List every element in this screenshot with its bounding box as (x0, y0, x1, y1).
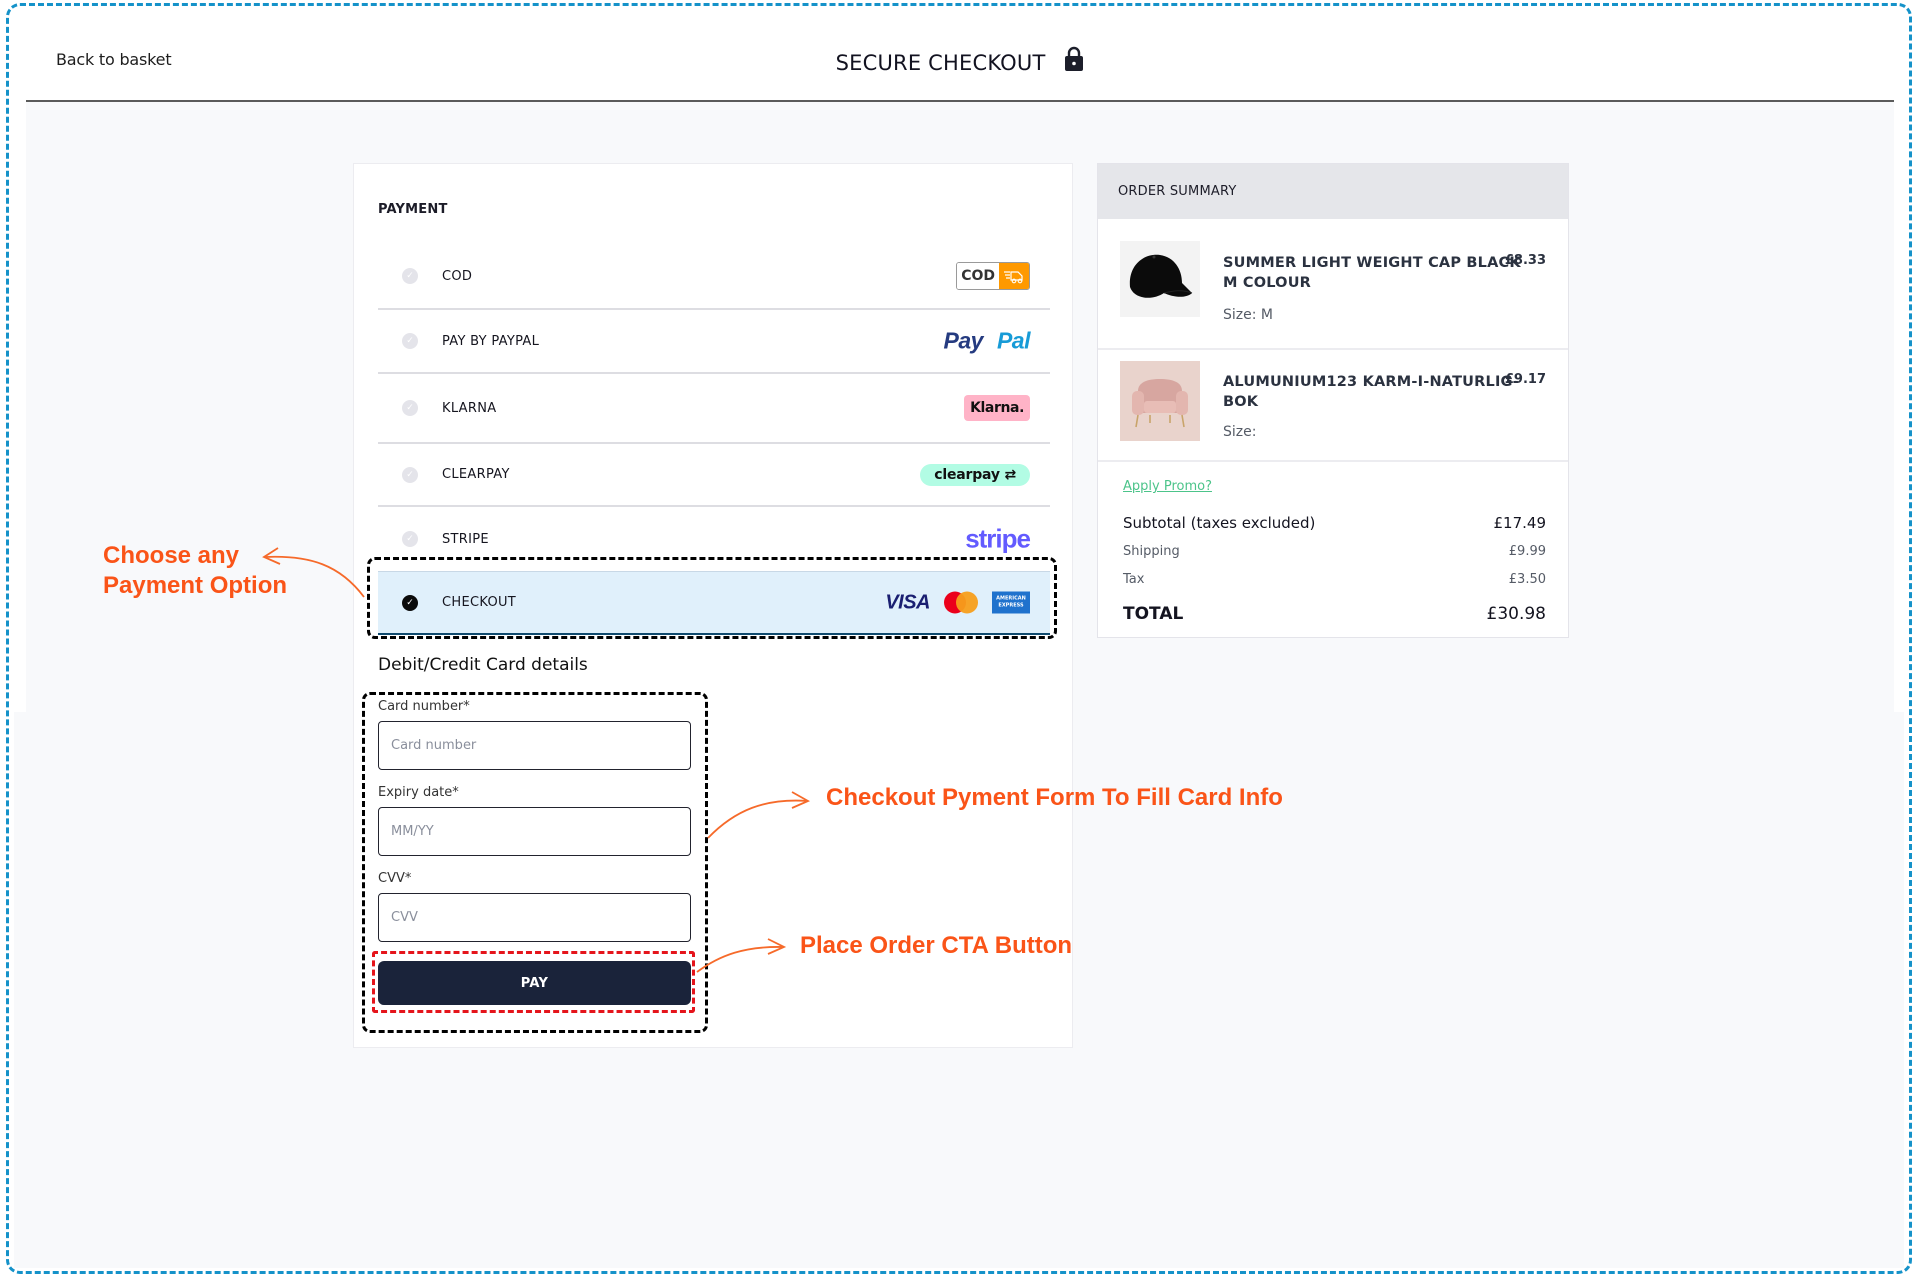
radio-unchecked-icon[interactable]: ✓ (402, 333, 418, 349)
klarna-logo-text: Klarna. (964, 395, 1030, 421)
paypal-logo: Pay Pal (943, 327, 1031, 355)
paypal-logo-pay: Pay (943, 327, 984, 354)
card-brand-logos: VISA AMERICAN EXPRESS (885, 591, 1030, 614)
shipping-row: Shipping £9.99 (1123, 544, 1546, 559)
shipping-label: Shipping (1123, 544, 1180, 559)
annotation-choose-payment: Choose any Payment Option (103, 541, 287, 601)
clearpay-arrows-icon: ⇄ (999, 466, 1016, 483)
apply-promo-link[interactable]: Apply Promo? (1123, 479, 1212, 494)
cvv-label: CVV* (378, 871, 412, 886)
radio-unchecked-icon[interactable]: ✓ (402, 466, 418, 483)
radio-unchecked-icon[interactable]: ✓ (402, 268, 418, 284)
checkout-header: Back to basket SECURE CHECKOUT (26, 20, 1894, 102)
radio-checked-icon[interactable]: ✓ (402, 594, 418, 611)
payment-option-label: STRIPE (442, 531, 489, 547)
pay-button[interactable]: PAY (378, 961, 691, 1005)
payment-option-label: CLEARPAY (442, 467, 510, 482)
order-item: ALUMUNIUM123 KARM-I-NATURLIG-BOK Size: £… (1098, 350, 1568, 462)
cod-logo-text: COD (957, 263, 999, 289)
payment-option-paypal[interactable]: ✓ PAY BY PAYPAL Pay Pal (378, 310, 1050, 374)
payment-option-checkout[interactable]: ✓ CHECKOUT VISA AMERICAN EXPRESS (378, 571, 1050, 635)
card-number-input[interactable] (378, 721, 691, 770)
subtotal-value: £17.49 (1493, 514, 1547, 532)
pink-armchair-image (1120, 361, 1200, 441)
payment-option-stripe[interactable]: ✓ STRIPE stripe (378, 507, 1050, 571)
card-details-heading: Debit/Credit Card details (378, 655, 588, 675)
radio-unchecked-icon[interactable]: ✓ (402, 400, 418, 416)
stripe-logo: stripe (965, 523, 1031, 554)
tax-row: Tax £3.50 (1123, 572, 1546, 587)
item-name: SUMMER LIGHT WEIGHT CAP BLACK M COLOUR (1223, 255, 1521, 291)
subtotal-row: Subtotal (taxes excluded) £17.49 (1123, 514, 1546, 532)
cvv-input[interactable] (378, 893, 691, 942)
payment-option-klarna[interactable]: ✓ KLARNA Klarna. (378, 374, 1050, 444)
payment-option-clearpay[interactable]: ✓ CLEARPAY clearpay ⇄ (378, 444, 1050, 507)
page-title: SECURE CHECKOUT (26, 46, 1894, 77)
annotation-place-order: Place Order CTA Button (800, 932, 1073, 959)
klarna-logo: Klarna. (964, 395, 1030, 421)
delivery-truck-icon (999, 263, 1029, 289)
cod-logo: COD (956, 262, 1030, 290)
order-summary: ORDER SUMMARY SUMMER LIGHT WEIGHT CAP BL… (1097, 163, 1569, 638)
payment-heading: PAYMENT (378, 202, 448, 217)
item-name: ALUMUNIUM123 KARM-I-NATURLIG-BOK (1223, 374, 1519, 410)
shipping-value: £9.99 (1508, 544, 1546, 559)
paypal-logo-pal: Pal (996, 327, 1031, 354)
amex-logo: AMERICAN EXPRESS (992, 591, 1030, 614)
expiry-date-input[interactable] (378, 807, 691, 856)
annotation-choose-payment-line1: Choose any (103, 542, 240, 569)
total-value: £30.98 (1486, 604, 1546, 624)
clearpay-logo: clearpay ⇄ (920, 463, 1030, 486)
payment-option-label: KLARNA (442, 400, 497, 416)
payment-option-label: CHECKOUT (442, 595, 517, 610)
card-number-label: Card number* (378, 699, 470, 714)
expiry-date-label: Expiry date* (378, 785, 459, 800)
payment-method-list: ✓ COD COD ✓ PAY BY PAYPAL Pay Pal ✓ KLAR… (378, 244, 1050, 635)
payment-option-label: COD (442, 268, 473, 284)
clearpay-logo-text: clearpay (934, 466, 1000, 483)
item-size: Size: (1223, 424, 1257, 440)
black-cap-image (1120, 241, 1200, 317)
item-price: £8.33 (1504, 253, 1546, 268)
lock-icon (1064, 46, 1084, 77)
subtotal-label: Subtotal (taxes excluded) (1123, 514, 1316, 532)
annotation-choose-payment-line2: Payment Option (103, 572, 288, 599)
payment-option-label: PAY BY PAYPAL (442, 333, 540, 349)
order-item: SUMMER LIGHT WEIGHT CAP BLACK M COLOUR S… (1098, 219, 1568, 350)
annotation-checkout-form: Checkout Pyment Form To Fill Card Info (826, 784, 1283, 811)
tax-value: £3.50 (1508, 572, 1546, 587)
mastercard-logo (944, 591, 978, 614)
item-size: Size: M (1223, 307, 1273, 323)
total-row: TOTAL £30.98 (1123, 604, 1546, 624)
payment-option-cod[interactable]: ✓ COD COD (378, 244, 1050, 310)
radio-unchecked-icon[interactable]: ✓ (402, 531, 418, 547)
visa-logo: VISA (885, 591, 930, 613)
payment-panel: PAYMENT ✓ COD COD ✓ PAY BY PAYPAL Pay Pa… (353, 163, 1073, 1048)
page-title-text: SECURE CHECKOUT (835, 51, 1046, 75)
order-summary-heading: ORDER SUMMARY (1098, 164, 1568, 219)
tax-label: Tax (1123, 572, 1145, 587)
item-price: £9.17 (1504, 372, 1546, 387)
total-label: TOTAL (1123, 604, 1184, 624)
